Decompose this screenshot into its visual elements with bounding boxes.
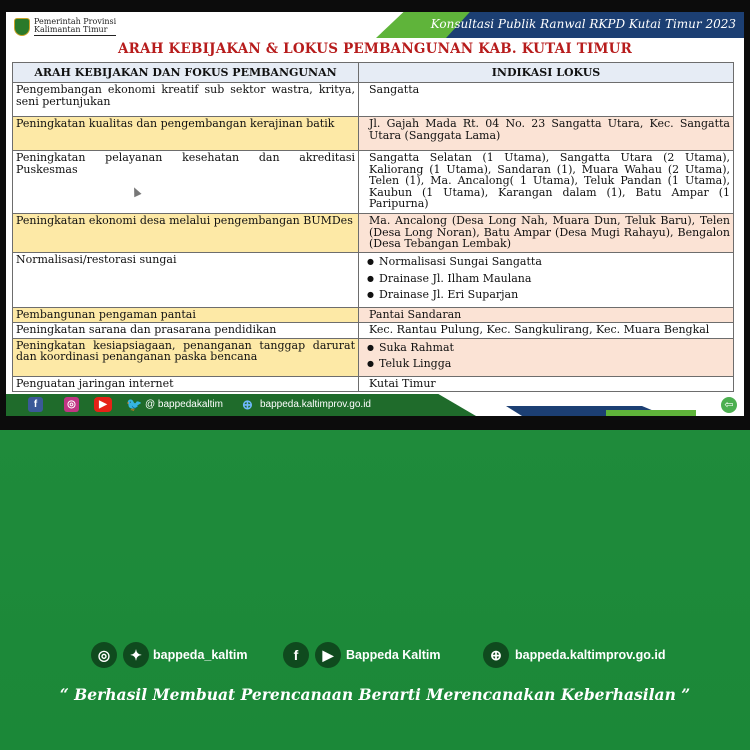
instagram-icon[interactable]: ◎: [91, 642, 117, 668]
twitter-icon[interactable]: ✦: [123, 642, 149, 668]
table-row: Pembangunan pengaman pantai Pantai Sanda…: [12, 306, 734, 323]
table-row: Pengembangan ekonomi kreatif sub sektor …: [12, 82, 734, 117]
slide-header-bar: Konsultasi Publik Ranwal RKPD Kutai Timu…: [6, 12, 744, 38]
facebook-icon[interactable]: f: [28, 397, 43, 412]
locus-cell: Sangatta: [358, 82, 734, 117]
logo-line-2: Kalimantan Timur: [34, 25, 108, 34]
policy-cell: Peningkatan kesiapsiagaan, penanganan ta…: [12, 337, 359, 377]
social-handle[interactable]: bappeda_kaltim: [153, 648, 247, 662]
policy-cell: Peningkatan ekonomi desa melalui pengemb…: [12, 213, 359, 253]
promo-card: ◎ ✦ bappeda_kaltim f ▶ Bappeda Kaltim ⊕ …: [0, 430, 750, 750]
social-name[interactable]: Bappeda Kaltim: [346, 648, 440, 662]
locus-list: Suka Rahmat Teluk Lingga: [367, 341, 730, 370]
footer-lime-band: [606, 410, 696, 416]
twitter-icon[interactable]: 🐦: [126, 397, 142, 412]
social-links: ◎ ✦ bappeda_kaltim f ▶ Bappeda Kaltim ⊕ …: [0, 640, 750, 670]
table-header-row: ARAH KEBIJAKAN DAN FOKUS PEMBANGUNAN IND…: [12, 62, 734, 83]
slide-title: ARAH KEBIJAKAN & LOKUS PEMBANGUNAN KAB. …: [117, 41, 633, 57]
presentation-frame: Konsultasi Publik Ranwal RKPD Kutai Timu…: [0, 0, 750, 430]
policy-cell: Normalisasi/restorasi sungai: [12, 252, 359, 308]
globe-icon[interactable]: ⊕: [240, 397, 255, 412]
policy-cell: Pembangunan pengaman pantai: [12, 306, 359, 323]
logo-text: Pemerintah Provinsi Kalimantan Timur: [34, 18, 117, 36]
facebook-icon[interactable]: f: [283, 642, 309, 668]
locus-cell: Ma. Ancalong (Desa Long Nah, Muara Dun, …: [358, 213, 734, 253]
column-header-policy: ARAH KEBIJAKAN DAN FOKUS PEMBANGUNAN: [12, 62, 359, 83]
list-item: Teluk Lingga: [367, 358, 730, 370]
policy-cell: Pengembangan ekonomi kreatif sub sektor …: [12, 82, 359, 117]
locus-cell: Kutai Timur: [358, 375, 734, 392]
province-seal-icon: [14, 18, 30, 36]
list-item: Drainase Jl. Eri Suparjan: [367, 289, 730, 301]
table-row: Peningkatan kualitas dan pengembangan ke…: [12, 116, 734, 151]
policy-locus-table: ARAH KEBIJAKAN DAN FOKUS PEMBANGUNAN IND…: [12, 62, 734, 392]
twitter-handle[interactable]: @ bappedakaltim: [145, 399, 223, 410]
header-caption: Konsultasi Publik Ranwal RKPD Kutai Timu…: [430, 17, 736, 31]
instagram-icon[interactable]: ◎: [64, 397, 79, 412]
slide-footer: f ◎ ▶ 🐦 @ bappedakaltim ⊕ bappeda.kaltim…: [6, 394, 744, 416]
youtube-icon[interactable]: ▶: [315, 642, 341, 668]
locus-cell: Pantai Sandaran: [358, 306, 734, 323]
table-row: Normalisasi/restorasi sungai Normalisasi…: [12, 252, 734, 308]
locus-cell: Suka Rahmat Teluk Lingga: [358, 337, 734, 377]
presentation-slide: Konsultasi Publik Ranwal RKPD Kutai Timu…: [6, 12, 744, 416]
province-logo: Pemerintah Provinsi Kalimantan Timur: [14, 18, 117, 36]
list-item: Normalisasi Sungai Sangatta: [367, 256, 730, 268]
table-row: Peningkatan pelayanan kesehatan dan akre…: [12, 150, 734, 214]
table-row: Penguatan jaringan internet Kutai Timur: [12, 375, 734, 392]
locus-cell: Jl. Gajah Mada Rt. 04 No. 23 Sangatta Ut…: [358, 116, 734, 151]
policy-cell: Penguatan jaringan internet: [12, 375, 359, 392]
website-link[interactable]: bappeda.kaltimprov.go.id: [260, 399, 371, 410]
column-header-locus: INDIKASI LOKUS: [358, 62, 734, 83]
globe-icon[interactable]: ⊕: [483, 642, 509, 668]
locus-cell: Kec. Rantau Pulung, Kec. Sangkulirang, K…: [358, 321, 734, 339]
list-item: Suka Rahmat: [367, 341, 730, 354]
table-row: Peningkatan sarana dan prasarana pendidi…: [12, 321, 734, 339]
locus-cell: Sangatta Selatan (1 Utama), Sangatta Uta…: [358, 150, 734, 214]
locus-cell: Normalisasi Sungai Sangatta Drainase Jl.…: [358, 252, 734, 308]
table-row: Peningkatan ekonomi desa melalui pengemb…: [12, 213, 734, 253]
list-item: Drainase Jl. Ilham Maulana: [367, 272, 730, 285]
policy-cell: Peningkatan sarana dan prasarana pendidi…: [12, 321, 359, 339]
website-link[interactable]: bappeda.kaltimprov.go.id: [515, 648, 665, 662]
tagline: “ Berhasil Membuat Perencanaan Berarti M…: [59, 685, 691, 704]
youtube-icon[interactable]: ▶: [94, 397, 112, 412]
locus-list: Normalisasi Sungai Sangatta Drainase Jl.…: [367, 256, 730, 301]
policy-cell: Peningkatan kualitas dan pengembangan ke…: [12, 116, 359, 151]
table-row: Peningkatan kesiapsiagaan, penanganan ta…: [12, 337, 734, 377]
back-arrow-icon[interactable]: ⇦: [720, 396, 738, 414]
policy-cell: Peningkatan pelayanan kesehatan dan akre…: [12, 150, 359, 214]
